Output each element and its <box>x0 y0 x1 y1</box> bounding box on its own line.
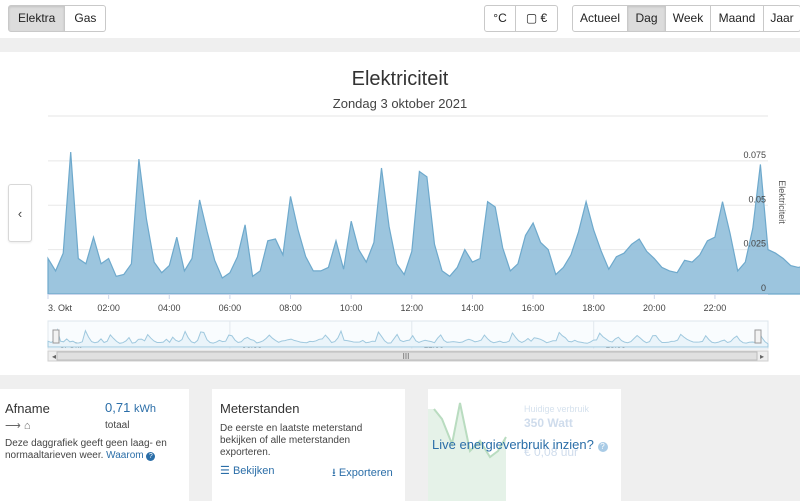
energy-type-toggle: Elektra Gas <box>8 5 107 32</box>
help-icon[interactable]: ? <box>597 442 608 452</box>
download-icon: ⭳ <box>332 467 336 479</box>
chart-series <box>47 151 800 295</box>
navigator-left-handle[interactable] <box>52 329 60 344</box>
afname-title: Afname <box>5 401 50 416</box>
meterstanden-text: De eerste en laatste meterstand bekijken… <box>220 423 363 458</box>
tab-actueel[interactable]: Actueel <box>572 5 628 32</box>
tab-maand[interactable]: Maand <box>711 5 764 32</box>
x-tick-label: 3. Okt <box>48 303 73 313</box>
x-tick-label: 20:00 <box>643 303 666 313</box>
arrow-right-icon: ⟶ <box>5 420 21 432</box>
scrollbar-grip-icon: III <box>403 352 410 361</box>
meterstanden-panel: Meterstanden De eerste en laatste meters… <box>212 389 405 501</box>
x-axis-ticks: 3. Okt 02:00 04:00 06:00 08:00 10:00 12:00 14:0… <box>47 294 768 313</box>
top-toolbar: Elektra Gas °C ▢ € Actueel Dag Week Maan… <box>0 0 800 38</box>
help-icon[interactable]: ? <box>146 452 156 461</box>
x-tick-label: 10:00 <box>340 303 363 313</box>
afname-unit: kWh <box>133 403 156 415</box>
afname-panel: Afname 0,71 kWh ⟶ ⌂ totaal Deze daggrafi… <box>0 389 189 501</box>
navigator-right-handle[interactable] <box>754 329 762 344</box>
list-icon: ☰ <box>220 465 230 477</box>
bekijken-label: Bekijken <box>232 465 275 477</box>
period-toggle: Actueel Dag Week Maand Jaar <box>572 5 800 32</box>
bekijken-link[interactable]: ☰ Bekijken <box>220 464 275 477</box>
exporteren-label: Exporteren <box>338 467 393 479</box>
y-tick-label: 0.075 <box>743 150 766 160</box>
x-tick-label: 16:00 <box>522 303 545 313</box>
home-icon: ⌂ <box>23 420 31 432</box>
afname-amount: 0,71 <box>105 400 131 415</box>
unit-euro-button[interactable]: ▢ € <box>516 5 558 32</box>
x-tick-label: 04:00 <box>158 303 181 313</box>
y-tick-label: 0.025 <box>743 239 766 249</box>
area-series[interactable] <box>47 151 800 295</box>
range-navigator[interactable]: 3. Okt06:0012:0018:00 III ◂ ▸ <box>47 320 769 362</box>
x-tick-label: 22:00 <box>704 303 727 313</box>
tab-week[interactable]: Week <box>666 5 711 32</box>
scroll-left-arrow-icon[interactable]: ◂ <box>52 352 56 361</box>
afname-value: 0,71 kWh <box>105 400 156 415</box>
x-tick-label: 18:00 <box>582 303 605 313</box>
y-tick-label: 0.05 <box>748 194 766 204</box>
tab-dag[interactable]: Dag <box>628 5 666 32</box>
afname-direction: ⟶ ⌂ <box>5 419 31 432</box>
unit-toggle: °C ▢ € <box>484 5 558 32</box>
tab-elektra[interactable]: Elektra <box>8 5 66 32</box>
y-axis-title: Elektriciteit <box>777 180 787 224</box>
chart-card: Elektriciteit Zondag 3 oktober 2021 ‹ 00… <box>0 52 800 375</box>
live-faded-watt: 350 Watt <box>524 416 573 430</box>
waarom-link[interactable]: Waarom <box>106 450 143 461</box>
x-tick-label: 06:00 <box>219 303 242 313</box>
x-tick-label: 12:00 <box>401 303 424 313</box>
afname-total-label: totaal <box>105 420 130 431</box>
x-tick-label: 14:00 <box>461 303 484 313</box>
afname-note: Deze daggrafiek geeft geen laag- en norm… <box>5 438 180 462</box>
live-panel[interactable]: Huidige verbruik 350 Watt € 0,08 uur Liv… <box>428 389 621 501</box>
live-faded-label: Huidige verbruik <box>524 404 590 414</box>
x-tick-label: 02:00 <box>97 303 120 313</box>
live-cta-text: Live energieverbruik inzien? <box>432 437 594 452</box>
unit-temperature-button[interactable]: °C <box>484 5 516 32</box>
tab-gas[interactable]: Gas <box>65 5 107 32</box>
y-tick-label: 0 <box>761 283 766 293</box>
exporteren-link[interactable]: ⭳ Exporteren <box>332 464 393 483</box>
meterstanden-title: Meterstanden <box>220 401 300 416</box>
tab-jaar[interactable]: Jaar <box>764 5 800 32</box>
live-cta[interactable]: Live energieverbruik inzien? ? <box>432 437 608 452</box>
chart-area[interactable]: 0 0.025 0.05 0.075 3. Okt 02:00 04:00 06:00 08:… <box>0 52 800 375</box>
scroll-right-arrow-icon[interactable]: ▸ <box>760 352 764 361</box>
x-tick-label: 08:00 <box>279 303 302 313</box>
